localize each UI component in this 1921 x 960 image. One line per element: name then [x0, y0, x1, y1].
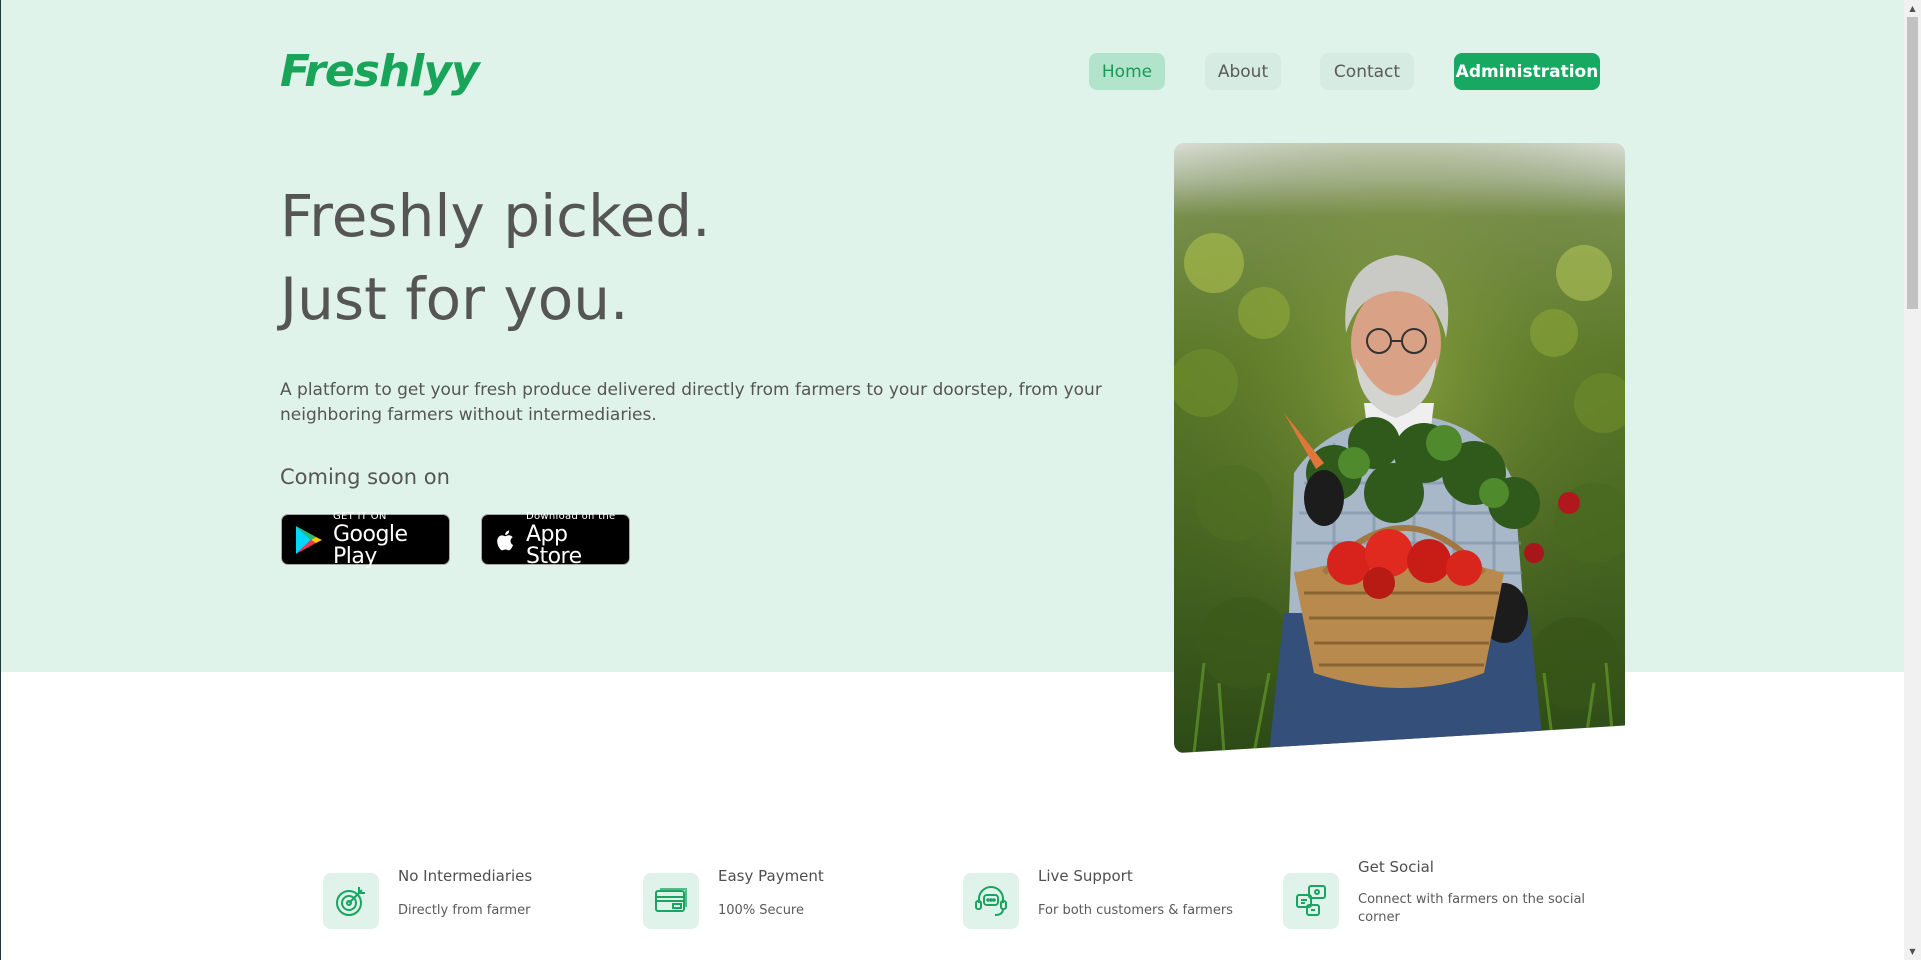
- farmer-illustration: [1174, 143, 1625, 753]
- feature-subtitle: For both customers & farmers: [1038, 903, 1233, 918]
- feature-easy-payment: Easy Payment 100% Secure: [643, 858, 824, 929]
- google-play-icon: [296, 525, 322, 554]
- hero-farmer-image: [1174, 143, 1625, 753]
- hero-description: A platform to get your fresh produce del…: [280, 380, 1102, 425]
- apple-icon: [497, 529, 513, 550]
- nav-contact-button[interactable]: Contact: [1320, 53, 1414, 90]
- app-store-big-text: App Store: [526, 521, 582, 569]
- coming-soon-label: Coming soon on: [280, 465, 450, 489]
- app-store-button[interactable]: Download on the App Store: [481, 510, 630, 569]
- feature-subtitle: 100% Secure: [718, 903, 804, 918]
- scroll-up-arrow-icon[interactable]: ▲: [1904, 0, 1921, 17]
- app-store-small-text: Download on the: [526, 510, 616, 522]
- feature-title: Get Social: [1358, 858, 1434, 876]
- logo[interactable]: Freshlyy: [280, 44, 480, 98]
- social-icon: [1283, 873, 1339, 929]
- logo-text: Freshlyy: [280, 45, 480, 97]
- feature-title: Easy Payment: [718, 867, 824, 885]
- feature-get-social: Get Social Connect with farmers on the s…: [1283, 858, 1588, 929]
- target-icon: [323, 873, 379, 929]
- hero-title-line2: Just for you.: [280, 265, 629, 333]
- feature-live-support: Live Support For both customers & farmer…: [963, 858, 1233, 929]
- headset-chat-icon: [963, 873, 1019, 929]
- window-edge: [0, 0, 1, 960]
- credit-card-icon: [643, 873, 699, 929]
- vertical-scrollbar[interactable]: ▲ ▼: [1904, 0, 1921, 960]
- scrollbar-thumb[interactable]: [1907, 17, 1918, 309]
- hero-title-line1: Freshly picked.: [280, 182, 711, 250]
- google-play-big-text: Google Play: [333, 521, 408, 569]
- nav-about-button[interactable]: About: [1205, 53, 1281, 90]
- nav-administration-button[interactable]: Administration: [1454, 53, 1600, 90]
- google-play-button[interactable]: GET IT ON Google Play: [281, 510, 450, 569]
- google-play-small-text: GET IT ON: [333, 510, 387, 522]
- feature-subtitle: Connect with farmers on the social corne…: [1358, 892, 1586, 925]
- feature-subtitle: Directly from farmer: [398, 903, 531, 918]
- feature-title: No Intermediaries: [398, 867, 533, 885]
- feature-no-intermediaries: No Intermediaries Directly from farmer: [323, 858, 532, 929]
- feature-title: Live Support: [1038, 867, 1133, 885]
- nav-home-button[interactable]: Home: [1089, 53, 1165, 90]
- scroll-down-arrow-icon[interactable]: ▼: [1904, 943, 1921, 960]
